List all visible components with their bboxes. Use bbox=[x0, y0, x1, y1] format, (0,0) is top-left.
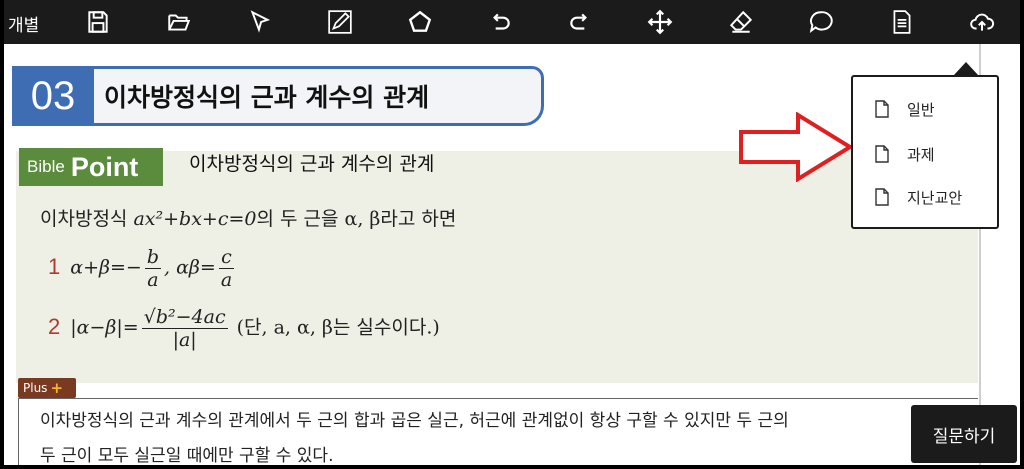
window-frame bbox=[0, 0, 1024, 469]
